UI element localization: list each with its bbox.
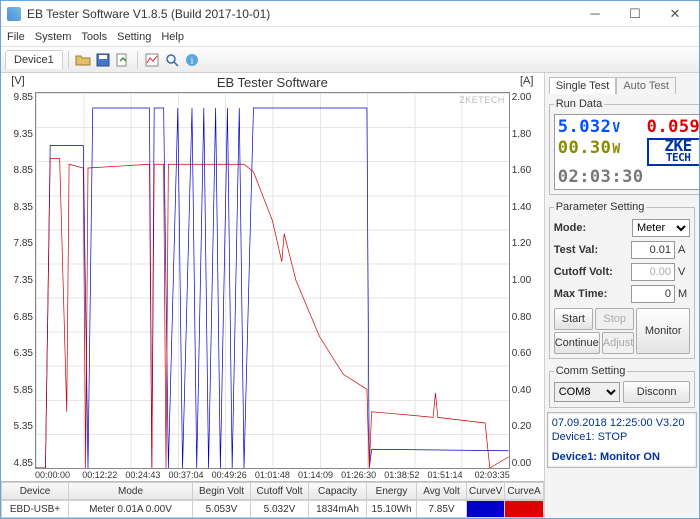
td-curvea-color[interactable]: [505, 500, 543, 518]
readout-panel: 5.032V 0.059A 00.30W ZKETECH 02:03:30: [554, 114, 699, 190]
td-avg: 7.85V: [417, 500, 467, 518]
close-button[interactable]: ✕: [655, 1, 695, 27]
td-curvev-color[interactable]: [467, 500, 505, 518]
select-mode[interactable]: Meter: [632, 219, 690, 237]
disconnect-button[interactable]: Disconn: [623, 381, 690, 403]
unit-testval: A: [678, 244, 690, 256]
window-title: EB Tester Software V1.8.5 (Build 2017-10…: [27, 7, 575, 21]
label-maxtime: Max Time:: [554, 288, 628, 300]
readout-power: 00.30W: [558, 138, 644, 166]
y-left-unit: [V]: [1, 73, 35, 87]
status-line-3: Device1: Monitor ON: [552, 450, 692, 464]
app-icon: [7, 7, 21, 21]
unit-cutoff: V: [678, 266, 690, 278]
run-data-group: Run Data 5.032V 0.059A 00.30W ZKETECH 02…: [549, 98, 699, 195]
run-data-legend: Run Data: [554, 98, 604, 110]
info-icon[interactable]: i: [183, 51, 201, 69]
menu-system[interactable]: System: [35, 31, 72, 43]
td-device: EBD-USB+: [1, 500, 69, 518]
x-axis: 00:00:0000:12:2200:24:4300:37:0400:49:26…: [1, 469, 544, 481]
th-curvev: CurveV: [467, 482, 505, 500]
tab-auto-test[interactable]: Auto Test: [616, 77, 676, 94]
chart-title: EB Tester Software: [35, 73, 510, 92]
th-avg: Avg Volt: [417, 482, 467, 500]
plot-area[interactable]: ZKETECH: [35, 92, 510, 469]
status-line-1: 07.09.2018 12:25:00 V3.20: [552, 416, 692, 430]
export-icon[interactable]: [114, 51, 132, 69]
chart-icon[interactable]: [143, 51, 161, 69]
comm-group: Comm Setting COM8 Disconn: [549, 365, 695, 408]
th-capacity: Capacity: [309, 482, 367, 500]
toolbar: Device1 i: [1, 47, 699, 73]
summary-table: Device Mode Begin Volt Cutoff Volt Capac…: [1, 481, 544, 518]
th-cutoff: Cutoff Volt: [251, 482, 309, 500]
y-right-unit: [A]: [510, 73, 544, 87]
zoom-icon[interactable]: [163, 51, 181, 69]
maximize-button[interactable]: ☐: [615, 1, 655, 27]
input-testval[interactable]: 0.01: [631, 241, 675, 259]
readout-time: 02:03:30: [558, 167, 644, 187]
comm-legend: Comm Setting: [554, 365, 628, 377]
save-icon[interactable]: [94, 51, 112, 69]
unit-maxtime: M: [678, 288, 690, 300]
menubar: File System Tools Setting Help: [1, 27, 699, 47]
parameter-group: Parameter Setting Mode: Meter Test Val: …: [549, 201, 695, 359]
td-begin: 5.053V: [193, 500, 251, 518]
readout-voltage: 5.032V: [558, 117, 644, 137]
separator: [68, 51, 69, 69]
status-panel: 07.09.2018 12:25:00 V3.20 Device1: STOP …: [547, 412, 697, 468]
th-begin: Begin Volt: [193, 482, 251, 500]
chart-pane: [V] EB Tester Software [A] 9.859.358.858…: [1, 73, 544, 518]
input-cutoff[interactable]: 0.00: [631, 263, 675, 281]
th-device: Device: [1, 482, 69, 500]
side-pane: Single Test Auto Test Run Data 5.032V 0.…: [544, 73, 699, 518]
y-axis-right: 2.001.801.601.401.201.000.800.600.400.20…: [510, 92, 544, 469]
tab-single-test[interactable]: Single Test: [549, 77, 617, 94]
input-maxtime[interactable]: 0: [631, 285, 675, 303]
separator: [137, 51, 138, 69]
label-testval: Test Val:: [554, 244, 628, 256]
label-cutoff: Cutoff Volt:: [554, 266, 628, 278]
td-mode: Meter 0.01A 0.00V: [69, 500, 193, 518]
open-icon[interactable]: [74, 51, 92, 69]
status-line-2: Device1: STOP: [552, 430, 692, 444]
stop-button[interactable]: Stop: [595, 308, 634, 330]
continue-button[interactable]: Continue: [554, 332, 600, 354]
readout-current: 0.059A: [647, 117, 699, 137]
menu-setting[interactable]: Setting: [117, 31, 151, 43]
titlebar: EB Tester Software V1.8.5 (Build 2017-10…: [1, 1, 699, 27]
menu-help[interactable]: Help: [161, 31, 184, 43]
minimize-button[interactable]: ─: [575, 1, 615, 27]
td-capacity: 1834mAh: [309, 500, 367, 518]
th-curvea: CurveA: [505, 482, 543, 500]
brand-logo: ZKETECH: [647, 138, 699, 166]
plot-lines: [36, 93, 509, 468]
label-mode: Mode:: [554, 222, 629, 234]
tab-device1[interactable]: Device1: [5, 50, 63, 69]
parameter-legend: Parameter Setting: [554, 201, 647, 213]
th-mode: Mode: [69, 482, 193, 500]
y-axis-left: 9.859.358.858.357.857.356.856.355.855.35…: [1, 92, 35, 469]
menu-tools[interactable]: Tools: [81, 31, 107, 43]
td-cutoff: 5.032V: [251, 500, 309, 518]
th-energy: Energy: [367, 482, 417, 500]
td-energy: 15.10Wh: [367, 500, 417, 518]
menu-file[interactable]: File: [7, 31, 25, 43]
select-com-port[interactable]: COM8: [554, 382, 621, 402]
monitor-button[interactable]: Monitor: [636, 308, 690, 354]
svg-text:i: i: [190, 56, 193, 67]
start-button[interactable]: Start: [554, 308, 593, 330]
adjust-button[interactable]: Adjust: [602, 332, 635, 354]
